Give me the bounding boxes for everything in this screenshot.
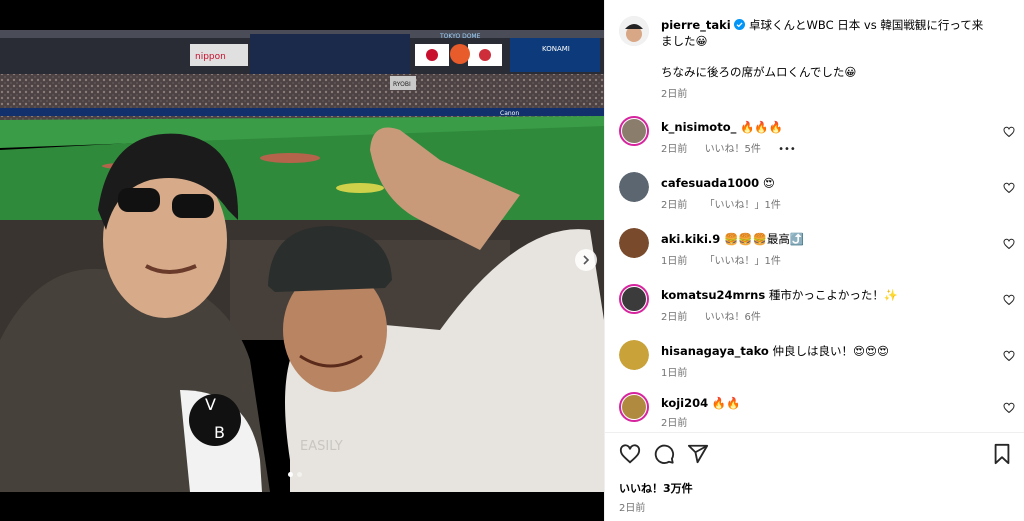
like-count[interactable]: いいね！3万件 <box>619 480 693 496</box>
post-panel: pierre_taki 卓球くんとWBC 日本 vs 韓国戦観に行って来ました😀… <box>604 0 1024 521</box>
comment-avatar[interactable] <box>619 228 649 258</box>
comment-meta: 2日前 いいね！6件 <box>661 308 775 323</box>
comment-username[interactable]: cafesuada1000 <box>661 176 759 190</box>
comment-heart-icon[interactable] <box>1003 182 1015 194</box>
comment-text: aki.kiki.9 🍔🍔🍔最高⤴️ <box>661 231 991 247</box>
carousel-dots <box>288 472 302 477</box>
comment-avatar[interactable] <box>619 284 649 314</box>
author-avatar[interactable] <box>619 16 649 46</box>
caption-time: 2日前 <box>661 89 688 100</box>
comment-heart-icon[interactable] <box>1003 238 1015 250</box>
comment-text: komatsu24mrns 種市かっこよかった！✨ <box>661 287 991 303</box>
comment-likes[interactable]: 「いいね！」1件 <box>705 200 781 211</box>
comment-meta: 2日前 いいね！5件 ••• <box>661 140 810 155</box>
comment-meta: 2日前 <box>661 414 701 429</box>
posted-time: 2日前 <box>619 503 646 514</box>
caption-line-2: ちなみに後ろの席がムロくんでした😀 <box>661 65 857 79</box>
sponsor-left-text: nippon <box>195 52 226 62</box>
comment-likes[interactable]: 「いいね！」1件 <box>705 256 781 267</box>
caption: pierre_taki 卓球くんとWBC 日本 vs 韓国戦観に行って来ました😀… <box>619 16 1015 100</box>
comment-meta: 1日前 「いいね！」1件 <box>661 252 795 267</box>
ad-ryobi-text: RYOBI <box>393 81 411 88</box>
comments-scroll[interactable]: pierre_taki 卓球くんとWBC 日本 vs 韓国戦観に行って来ました😀… <box>605 0 1024 432</box>
comment-text: k_nisimoto_ 🔥🔥🔥 <box>661 119 991 135</box>
comment-username[interactable]: koji204 <box>661 396 708 410</box>
bookmark-icon[interactable] <box>991 443 1013 465</box>
comment-body: 🍔🍔🍔最高⤴️ <box>723 232 805 246</box>
comment-body: 🔥🔥🔥 <box>740 120 783 134</box>
comment-body: 🔥🔥 <box>711 396 741 410</box>
comment-item: cafesuada1000 😍 2日前 「いいね！」1件 <box>619 172 1015 212</box>
carousel-dot-active <box>288 472 293 477</box>
comment-time: 2日前 <box>661 418 688 429</box>
comment-item: komatsu24mrns 種市かっこよかった！✨ 2日前 いいね！6件 <box>619 284 1015 324</box>
comment-heart-icon[interactable] <box>1003 126 1015 138</box>
comment-meta: 1日前 <box>661 364 701 379</box>
comment-body: 😍 <box>762 176 775 190</box>
comment-avatar[interactable] <box>619 392 649 422</box>
next-arrow-icon <box>583 255 590 265</box>
verified-icon <box>734 19 746 30</box>
post-actions: いいね！3万件 2日前 <box>605 432 1024 521</box>
shirt-text: EASILY <box>300 439 343 454</box>
stadium-selfie-image: KONAMI nippon TOKYO DOME Canon RYOBI V B… <box>0 30 604 492</box>
comment-time: 2日前 <box>661 200 688 211</box>
caption-text: pierre_taki 卓球くんとWBC 日本 vs 韓国戦観に行って来ました😀 <box>661 17 991 49</box>
comment-time: 1日前 <box>661 368 688 379</box>
next-photo-button[interactable] <box>575 249 597 271</box>
comment-username[interactable]: k_nisimoto_ <box>661 120 736 134</box>
comment-likes[interactable]: いいね！6件 <box>705 312 761 323</box>
comment-meta: 2日前 「いいね！」1件 <box>661 196 795 211</box>
comment-body: 種市かっこよかった！✨ <box>768 288 899 302</box>
svg-text:B: B <box>214 423 225 442</box>
author-username[interactable]: pierre_taki <box>661 18 731 32</box>
comment-time: 2日前 <box>661 144 688 155</box>
carousel-dot <box>297 472 302 477</box>
post-media: KONAMI nippon TOKYO DOME Canon RYOBI V B… <box>0 0 604 521</box>
comment-item: aki.kiki.9 🍔🍔🍔最高⤴️ 1日前 「いいね！」1件 <box>619 228 1015 268</box>
comment-avatar[interactable] <box>619 172 649 202</box>
comment-item: koji204 🔥🔥 2日前 <box>619 392 1015 432</box>
sponsor-right-text: KONAMI <box>542 45 570 53</box>
ad-canon-text: Canon <box>500 110 519 117</box>
comment-more-button[interactable]: ••• <box>778 144 796 155</box>
heart-icon[interactable] <box>619 443 641 465</box>
comment-heart-icon[interactable] <box>1003 402 1015 414</box>
comment-time: 2日前 <box>661 312 688 323</box>
comment-item: hisanagaya_tako 仲良しは良い！😍😍😍 1日前 <box>619 340 1015 380</box>
comment-icon[interactable] <box>653 443 675 465</box>
comment-body: 仲良しは良い！😍😍😍 <box>772 344 889 358</box>
comment-heart-icon[interactable] <box>1003 350 1015 362</box>
comment-username[interactable]: komatsu24mrns <box>661 288 765 302</box>
comment-heart-icon[interactable] <box>1003 294 1015 306</box>
stadium-sign-text: TOKYO DOME <box>439 33 481 40</box>
comment-username[interactable]: hisanagaya_tako <box>661 344 769 358</box>
comment-avatar[interactable] <box>619 340 649 370</box>
comment-avatar[interactable] <box>619 116 649 146</box>
svg-text:V: V <box>205 395 216 414</box>
share-icon[interactable] <box>687 443 709 465</box>
post-photo[interactable]: KONAMI nippon TOKYO DOME Canon RYOBI V B… <box>0 30 604 492</box>
comment-time: 1日前 <box>661 256 688 267</box>
comment-item: k_nisimoto_ 🔥🔥🔥 2日前 いいね！5件 ••• <box>619 116 1015 156</box>
comment-username[interactable]: aki.kiki.9 <box>661 232 720 246</box>
comment-text: cafesuada1000 😍 <box>661 175 991 191</box>
comment-text: koji204 🔥🔥 <box>661 395 991 411</box>
comment-text: hisanagaya_tako 仲良しは良い！😍😍😍 <box>661 343 991 359</box>
comment-likes[interactable]: いいね！5件 <box>705 144 761 155</box>
